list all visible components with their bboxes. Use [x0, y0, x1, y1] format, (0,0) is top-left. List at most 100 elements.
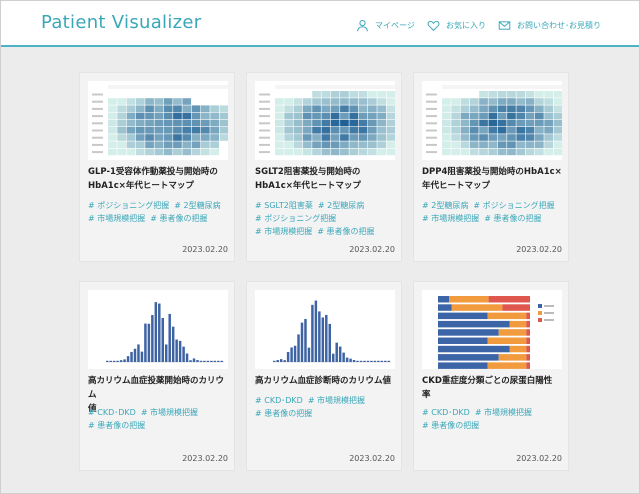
tag[interactable]: # 患者像の把握 [484, 212, 541, 225]
heatmap-row-label [426, 122, 437, 125]
tag[interactable]: # 患者像の把握 [317, 225, 374, 238]
heatmap-cell [321, 91, 331, 98]
heatmap-cell [553, 119, 562, 127]
heatmap-cell [135, 141, 145, 148]
tag[interactable]: # 市場規模把握 [88, 212, 145, 225]
heatmap-cell [173, 98, 182, 105]
nav-mypage[interactable]: マイページ [356, 17, 415, 33]
heatmap-cell [293, 141, 303, 148]
heatmap-cell [154, 105, 164, 112]
heatmap-cell [145, 105, 154, 112]
tag[interactable]: # 患者像の把握 [88, 419, 145, 432]
tag[interactable]: # 患者像の把握 [255, 407, 312, 420]
stacked-bar-segment [438, 304, 452, 311]
heatmap-cell [312, 141, 321, 148]
report-card[interactable]: 高カリウム血症診断時のカリウム値 # CKD･DKD # 市場規模把握 # 患者像… [246, 281, 402, 471]
heatmap-cell [126, 98, 136, 105]
histogram-bar [311, 304, 314, 362]
heatmap-cell [368, 98, 377, 105]
histogram-bar [206, 360, 210, 362]
report-card[interactable]: 高カリウム血症投薬開始時のカリウム値 # CKD･DKD # 市場規模把握 # 患… [79, 281, 235, 471]
tag[interactable]: # 患者像の把握 [422, 419, 479, 432]
card-title-line1: 高カリウム血症投薬開始時のカリウム [88, 376, 225, 400]
heatmap-cell [312, 98, 321, 105]
heatmap-cell [340, 127, 349, 134]
nav-contact[interactable]: お問い合わせ･お見積り [498, 17, 601, 33]
tag[interactable]: # CKD･DKD [88, 406, 136, 419]
heatmap-cell [182, 119, 192, 127]
tag[interactable]: # CKD･DKD [422, 406, 470, 419]
histogram-bar [147, 323, 151, 362]
heatmap-cell [349, 148, 359, 156]
heatmap-cell [145, 134, 154, 141]
heatmap-cell [182, 134, 192, 141]
histogram-bar [165, 344, 168, 362]
tag[interactable]: # SGLT2阻害薬 [255, 199, 313, 212]
heatmap-cell [201, 148, 210, 156]
heatmap-cell [302, 134, 312, 141]
heatmap-cell [349, 119, 359, 127]
heatmap-cell [553, 148, 562, 156]
tag[interactable]: # 患者像の把握 [150, 212, 207, 225]
heatmap-cell [386, 112, 395, 120]
tag[interactable]: # 市場規模把握 [422, 212, 479, 225]
stacked-bar-segment [438, 362, 488, 369]
card-title-line2: HbA1c×年代ヒートマップ [255, 181, 361, 191]
heatmap-cell [469, 98, 479, 105]
heatmap-cell [210, 119, 219, 127]
heatmap-cell [451, 119, 460, 127]
heatmap-cell [488, 112, 498, 120]
histogram-bar [332, 353, 335, 362]
tag[interactable]: # 市場規模把握 [141, 406, 198, 419]
heatmap-cell [516, 134, 526, 141]
tag[interactable]: # 市場規模把握 [475, 406, 532, 419]
heatmap-cell [163, 134, 173, 141]
heatmap-cell [358, 148, 368, 156]
tag[interactable]: # ポジショニング把握 [255, 212, 336, 225]
heatmap-cell [488, 119, 498, 127]
histogram-bar [338, 346, 342, 362]
report-card[interactable]: DPP4阻害薬投与開始時のHbA1c× 年代ヒートマップ # 2型糖尿病 # ポジシ… [413, 72, 569, 262]
tag[interactable]: # ポジショニング把握 [473, 199, 554, 212]
heatmap-cell [535, 148, 544, 156]
histogram-bar [370, 360, 373, 362]
heatmap-cell [117, 127, 126, 134]
heatmap-cell [145, 112, 154, 120]
heatmap-cell [154, 141, 164, 148]
heatmap-cell [386, 127, 395, 134]
heatmap-cell [284, 105, 293, 112]
heatmap-cell [479, 148, 488, 156]
card-title-line1: CKD重症度分類ごとの尿蛋白陽性 [422, 376, 553, 386]
heatmap-cell [154, 98, 164, 105]
heatmap-cell [163, 112, 173, 120]
histogram-bar [356, 360, 359, 362]
heatmap-cell [275, 119, 284, 127]
card-date: 2023.02.20 [349, 454, 395, 463]
heatmap-cell [507, 112, 516, 120]
heatmap-cell [163, 127, 173, 134]
tag[interactable]: # CKD･DKD [255, 394, 303, 407]
tag[interactable]: # 2型糖尿病 [318, 199, 364, 212]
nav-favorites[interactable]: お気に入り [427, 17, 486, 33]
report-card[interactable]: CKD重症度分類ごとの尿蛋白陽性率 # CKD･DKD # 市場規模把握 # 患者… [413, 281, 569, 471]
heatmap-cell [469, 127, 479, 134]
heatmap-cell [312, 112, 321, 120]
report-card[interactable]: SGLT2阻害薬投与開始時の HbA1c×年代ヒートマップ # SGLT2阻害薬 #… [246, 72, 402, 262]
card-tags: # CKD･DKD # 市場規模把握 # 患者像の把握 [88, 406, 233, 432]
heatmap-cell [525, 134, 535, 141]
tag[interactable]: # 2型糖尿病 [422, 199, 468, 212]
histogram-bar [185, 353, 189, 362]
heatmap-cell [368, 119, 377, 127]
heatmap-cell [535, 98, 544, 105]
heatmap-cell [544, 98, 553, 105]
card-tags: # ポジショニング把握 # 2型糖尿病 # 市場規模把握 # 患者像の把握 [88, 199, 233, 225]
site-header: Patient Visualizer マイページ お気に入り お問い合わせ･お見… [1, 1, 639, 47]
tag[interactable]: # 2型糖尿病 [174, 199, 220, 212]
tag[interactable]: # 市場規模把握 [255, 225, 312, 238]
site-logo[interactable]: Patient Visualizer [41, 12, 201, 33]
heatmap-cell [135, 105, 145, 112]
tag[interactable]: # ポジショニング把握 [88, 199, 169, 212]
report-card[interactable]: GLP-1受容体作動薬投与開始時の HbA1c×年代ヒートマップ # ポジショニン… [79, 72, 235, 262]
card-title: 高カリウム血症診断時のカリウム値 [255, 374, 397, 388]
tag[interactable]: # 市場規模把握 [308, 394, 365, 407]
